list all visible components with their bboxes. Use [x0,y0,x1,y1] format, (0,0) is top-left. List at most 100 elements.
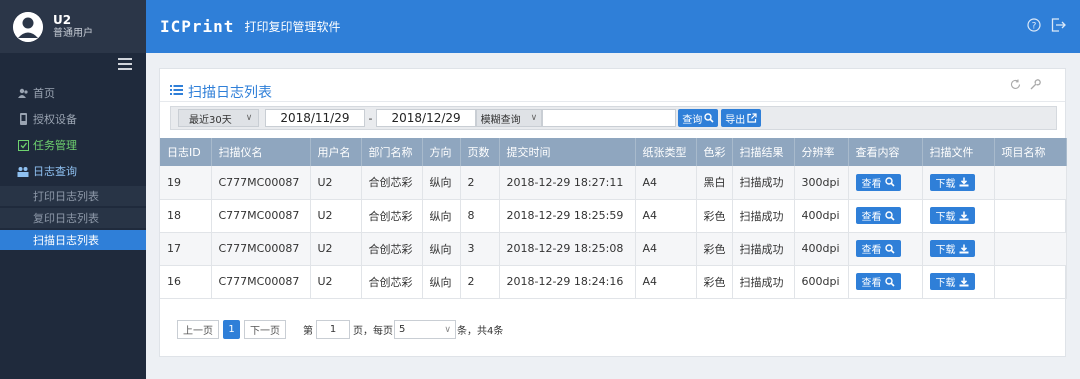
view-button[interactable]: 查看 [855,273,901,290]
cell-id: 17 [160,232,212,266]
next-page-button[interactable]: 下一页 [244,320,286,339]
sidebar-nav: 首页 授权设备 任务管理 日志查询 打印日志列表 复印日志列表 扫描日志列表 [0,82,146,252]
cell-scanner: C777MC00087 [211,232,311,266]
prev-page-button[interactable]: 上一页 [177,320,219,339]
cell-pages: 3 [460,232,500,266]
users-icon [17,87,29,99]
cell-view: 查看 [848,265,923,299]
cell-department: 合创芯彩 [361,166,423,200]
user-info: U2 普通用户 [53,13,93,41]
cell-resolution: 400dpi [794,232,849,266]
date-to-input[interactable]: 2018/12/29 [376,109,476,127]
cell-resolution: 300dpi [794,166,849,200]
sidebar-item-print-log[interactable]: 打印日志列表 [0,186,146,206]
cell-time: 2018-12-29 18:27:11 [499,166,636,200]
view-button[interactable]: 查看 [855,173,901,191]
cell-project [994,199,1067,233]
cell-resolution: 600dpi [794,265,849,299]
cell-paper: A4 [635,232,697,266]
download-button[interactable]: 下载 [929,240,975,257]
download-button[interactable]: 下载 [929,173,975,191]
col-header: 用户名 [310,138,362,166]
page-title: 扫描日志列表 [188,85,272,101]
view-button[interactable]: 查看 [855,207,901,224]
search-input[interactable] [542,109,677,127]
pagination: 上一页 1 下一页 第 1 页，每页 5 ∨ 条，共4条 [177,320,503,339]
col-header: 纸张类型 [635,138,697,166]
logout-icon[interactable] [1050,17,1066,33]
sidebar-item-label: 授权设备 [33,113,77,126]
cell-orientation: 纵向 [422,232,461,266]
cell-id: 18 [160,199,212,233]
search-icon [704,113,714,123]
main-content: 扫描日志列表 最近30天 ∨ 2018/11/29 - 2018/12/29 模… [146,53,1080,379]
scan-log-table: 日志ID 扫描仪名 用户名 部门名称 方向 页数 提交时间 纸张类型 色彩 扫描… [160,138,1067,299]
cell-view: 查看 [848,199,923,233]
cell-download: 下载 [922,166,995,200]
svg-text:?: ? [1032,22,1037,32]
scan-log-panel: 扫描日志列表 最近30天 ∨ 2018/11/29 - 2018/12/29 模… [159,68,1067,357]
download-icon [959,277,969,287]
cell-department: 合创芯彩 [361,265,423,299]
menu-toggle-icon[interactable] [118,58,132,70]
cell-time: 2018-12-29 18:25:59 [499,199,636,233]
cell-view: 查看 [848,166,923,200]
search-icon [884,210,895,221]
view-button-label: 查看 [861,212,882,223]
fuzzy-search-select[interactable]: 模糊查询 ∨ [475,109,543,127]
query-button[interactable]: 查询 [678,109,719,127]
cell-user: U2 [310,232,362,266]
sidebar-item-label: 日志查询 [33,165,77,178]
cell-download: 下载 [922,232,995,266]
wrench-icon[interactable] [1030,79,1041,93]
view-button-label: 查看 [861,278,882,289]
help-icon[interactable]: ? [1026,17,1042,33]
cell-view: 查看 [848,232,923,266]
download-button[interactable]: 下载 [929,207,975,224]
refresh-icon[interactable] [1010,79,1021,93]
sidebar-item-scan-log[interactable]: 扫描日志列表 [0,230,146,250]
export-button[interactable]: 导出 [721,109,762,127]
range-select[interactable]: 最近30天 ∨ [178,109,260,127]
goto-page-input[interactable]: 1 [316,320,350,339]
download-button-label: 下载 [935,278,956,289]
cell-color: 彩色 [696,199,733,233]
col-header: 分辨率 [794,138,849,166]
device-icon [17,113,29,125]
sidebar-item-home[interactable]: 首页 [0,82,146,104]
sidebar-item-devices[interactable]: 授权设备 [0,108,146,130]
cell-scanner: C777MC00087 [211,199,311,233]
avatar-icon[interactable] [13,11,43,42]
brand-logo: ICPrint [160,17,235,36]
cell-user: U2 [310,166,362,200]
cell-department: 合创芯彩 [361,199,423,233]
col-header: 日志ID [160,138,212,166]
sidebar-item-tasks[interactable]: 任务管理 [0,134,146,156]
search-icon [884,276,895,287]
date-from-input[interactable]: 2018/11/29 [265,109,365,127]
range-select-value: 最近30天 [189,114,232,126]
cell-project [994,265,1067,299]
page-number-button[interactable]: 1 [223,320,240,339]
panel-tools [1010,79,1041,93]
sidebar-item-logs[interactable]: 日志查询 [0,160,146,182]
fuzzy-search-label: 模糊查询 [480,114,521,126]
sidebar-item-copy-log[interactable]: 复印日志列表 [0,208,146,228]
chevron-down-icon: ∨ [444,324,451,335]
col-header: 方向 [422,138,461,166]
view-button[interactable]: 查看 [855,240,901,257]
cell-department: 合创芯彩 [361,232,423,266]
sidebar: U2 普通用户 首页 授权设备 任务管理 日志查询 打印日志列表 复印日志列表 … [0,0,146,379]
filter-toolbar: 最近30天 ∨ 2018/11/29 - 2018/12/29 模糊查询 ∨ 查… [170,106,1057,130]
cell-paper: A4 [635,166,697,200]
panel-title: 扫描日志列表 [170,82,272,102]
table-header-row: 日志ID 扫描仪名 用户名 部门名称 方向 页数 提交时间 纸张类型 色彩 扫描… [160,138,1067,166]
cell-pages: 8 [460,199,500,233]
brand-subtitle: 打印复印管理软件 [244,20,341,34]
external-link-icon [747,113,757,123]
page-size-select[interactable]: 5 ∨ [394,320,456,339]
table-row: 19 C777MC00087 U2 合创芯彩 纵向 2 2018-12-29 1… [160,166,1067,200]
user-name: U2 [53,12,72,27]
cell-orientation: 纵向 [422,265,461,299]
download-button[interactable]: 下载 [929,273,975,290]
